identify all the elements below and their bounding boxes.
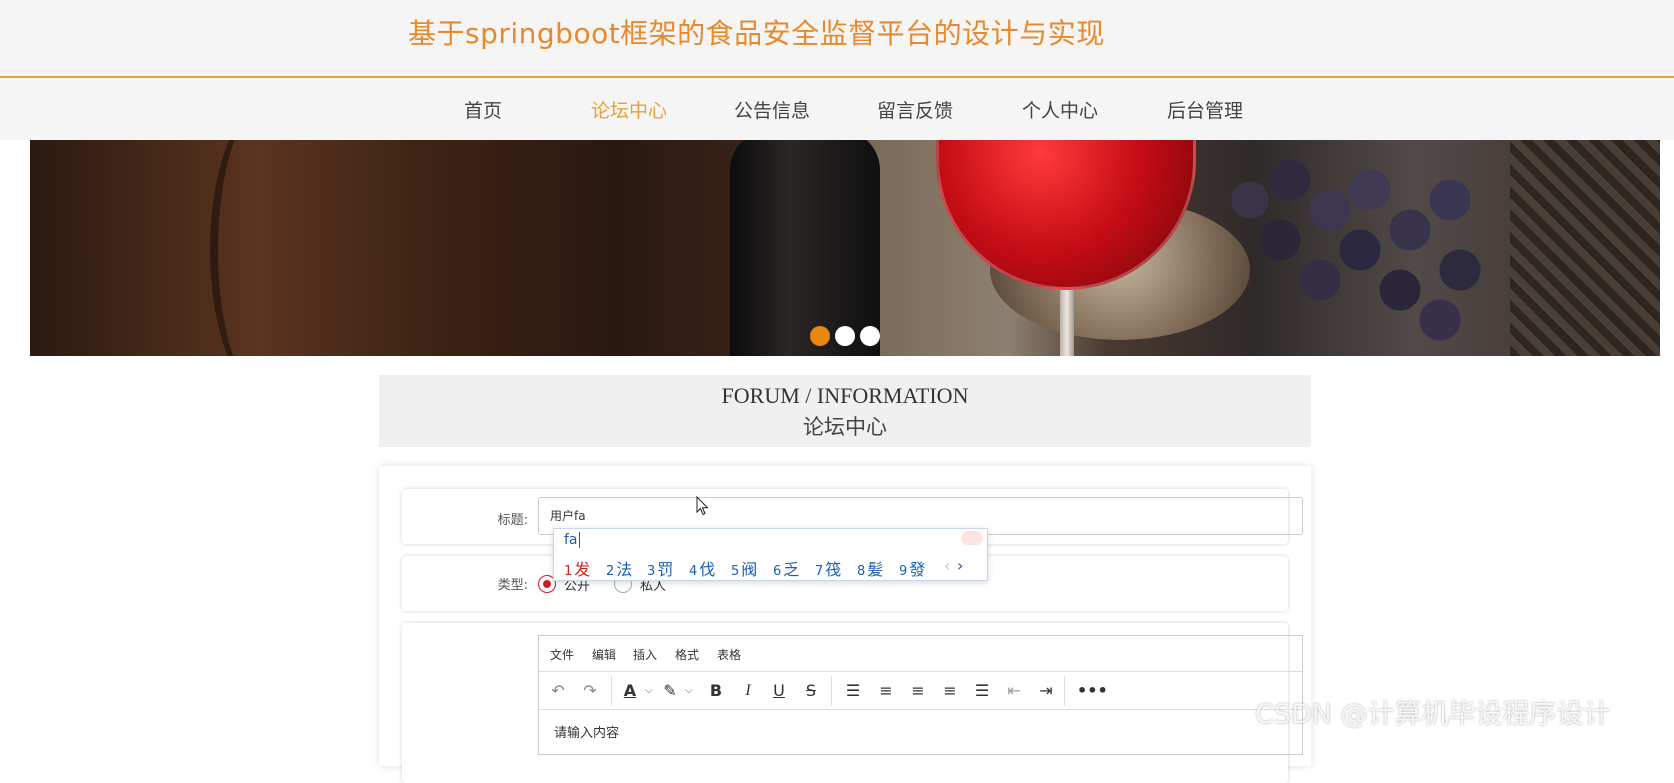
ime-composition: fa: [564, 532, 580, 548]
toolbar-divider: [611, 676, 612, 706]
undo-icon[interactable]: ↶: [547, 680, 569, 702]
ime-candidate-num: 9: [899, 564, 908, 579]
ime-caret: [578, 532, 580, 548]
title-label: 标题:: [497, 513, 528, 528]
ime-candidate-num: 2: [606, 564, 615, 579]
ime-next-page-icon[interactable]: ›: [957, 556, 963, 575]
ime-candidate-num: 4: [689, 564, 698, 579]
editor-menubar: 文件 编辑 插入 格式 表格: [539, 636, 1302, 672]
type-label: 类型:: [497, 578, 528, 593]
align-center-icon[interactable]: ≡: [907, 680, 929, 702]
carousel-indicators: [30, 140, 1660, 356]
forum-post-form: 标题: 用户fa 类型: 公开 私人 文件 编辑 插入 格式 表格 ↶ ↷ A …: [379, 466, 1311, 783]
align-left-icon[interactable]: ≡: [875, 680, 897, 702]
ime-candidate-popup: fa 1发 2法 3罚 4伐 5阀 6乏 7筏 8髪 9發 ‹ ›: [553, 528, 988, 581]
font-color-icon[interactable]: A: [619, 680, 641, 702]
ime-candidate-text: 髪: [867, 560, 884, 579]
editor-placeholder[interactable]: 请输入内容: [554, 722, 619, 741]
menu-table[interactable]: 表格: [717, 646, 741, 663]
ime-candidate-text: 罚: [657, 560, 674, 579]
ime-candidate-text: 乏: [783, 560, 800, 579]
align-justify-icon[interactable]: ☰: [971, 680, 993, 702]
line-height-icon[interactable]: ☰: [842, 680, 864, 702]
outdent-icon[interactable]: ⇤: [1003, 680, 1025, 702]
ime-candidate-4[interactable]: 4伐: [689, 556, 715, 580]
ime-candidate-text: 發: [909, 560, 926, 579]
menu-file[interactable]: 文件: [550, 646, 574, 663]
site-header: 基于springboot框架的食品安全监督平台的设计与实现: [0, 0, 1674, 78]
ime-candidate-num: 6: [773, 564, 782, 579]
ime-candidate-1[interactable]: 1发: [564, 556, 590, 580]
italic-icon[interactable]: I: [737, 680, 759, 702]
section-title-en: FORUM / INFORMATION: [721, 383, 969, 408]
ime-candidate-text: 法: [616, 560, 633, 579]
carousel-dot-1[interactable]: [810, 326, 830, 346]
strikethrough-icon[interactable]: S: [800, 680, 822, 702]
ime-candidate-2[interactable]: 2法: [606, 556, 632, 580]
bold-icon[interactable]: B: [705, 680, 727, 702]
ime-candidate-num: 3: [647, 564, 656, 579]
menu-edit[interactable]: 编辑: [592, 646, 616, 663]
more-icon[interactable]: •••: [1077, 680, 1108, 702]
ime-candidate-3[interactable]: 3罚: [647, 556, 673, 580]
ime-candidate-9[interactable]: 9發: [899, 556, 925, 580]
main-nav: 首页 论坛中心 公告信息 留言反馈 个人中心 后台管理: [0, 80, 1674, 140]
menu-insert[interactable]: 插入: [633, 646, 657, 663]
ime-prev-page-icon[interactable]: ‹: [944, 556, 950, 575]
chevron-down-icon[interactable]: ⌵: [685, 680, 693, 702]
carousel-dot-2[interactable]: [835, 326, 855, 346]
watermark: CSDN @计算机毕设程序设计: [1255, 699, 1611, 730]
editor-toolbar: ↶ ↷ A ⌵ ✎ ⌵ B I U S ☰ ≡ ≡ ≡ ☰ ⇤ ⇥ •••: [539, 672, 1302, 710]
ime-candidate-text: 伐: [699, 560, 716, 579]
indent-icon[interactable]: ⇥: [1035, 680, 1057, 702]
rich-text-editor: 文件 编辑 插入 格式 表格 ↶ ↷ A ⌵ ✎ ⌵ B I U S ☰ ≡ ≡…: [538, 635, 1303, 755]
section-heading: FORUM / INFORMATION 论坛中心: [379, 375, 1311, 447]
nav-item-notices[interactable]: 公告信息: [734, 96, 810, 123]
nav-item-feedback[interactable]: 留言反馈: [877, 96, 953, 123]
toolbar-divider: [1064, 676, 1065, 706]
underline-icon[interactable]: U: [768, 680, 790, 702]
highlight-icon[interactable]: ✎: [659, 680, 681, 702]
nav-item-profile[interactable]: 个人中心: [1022, 96, 1098, 123]
toolbar-divider: [831, 676, 832, 706]
content-row: 文件 编辑 插入 格式 表格 ↶ ↷ A ⌵ ✎ ⌵ B I U S ☰ ≡ ≡…: [402, 623, 1303, 783]
ime-candidate-text: 筏: [825, 560, 842, 579]
ime-candidate-num: 7: [815, 564, 824, 579]
ime-candidate-6[interactable]: 6乏: [773, 556, 799, 580]
ime-composition-text: fa: [564, 532, 578, 548]
redo-icon[interactable]: ↷: [579, 680, 601, 702]
nav-item-admin[interactable]: 后台管理: [1167, 96, 1243, 123]
ime-candidate-7[interactable]: 7筏: [815, 556, 841, 580]
ime-candidate-num: 1: [564, 564, 573, 579]
nav-item-home[interactable]: 首页: [464, 96, 502, 123]
ime-candidate-text: 发: [574, 560, 591, 579]
section-title-cn: 论坛中心: [803, 415, 887, 439]
ime-candidate-num: 5: [731, 564, 740, 579]
ime-candidate-num: 8: [857, 564, 866, 579]
chevron-down-icon[interactable]: ⌵: [645, 680, 653, 702]
ime-candidate-text: 阀: [741, 560, 758, 579]
carousel-dot-3[interactable]: [860, 326, 880, 346]
banner-carousel: [30, 140, 1660, 356]
site-title: 基于springboot框架的食品安全监督平台的设计与实现: [408, 17, 1105, 50]
menu-format[interactable]: 格式: [675, 646, 699, 663]
align-right-icon[interactable]: ≡: [939, 680, 961, 702]
ime-logo-icon: [961, 531, 983, 545]
nav-item-forum[interactable]: 论坛中心: [591, 96, 667, 123]
ime-candidate-8[interactable]: 8髪: [857, 556, 883, 580]
ime-candidate-5[interactable]: 5阀: [731, 556, 757, 580]
